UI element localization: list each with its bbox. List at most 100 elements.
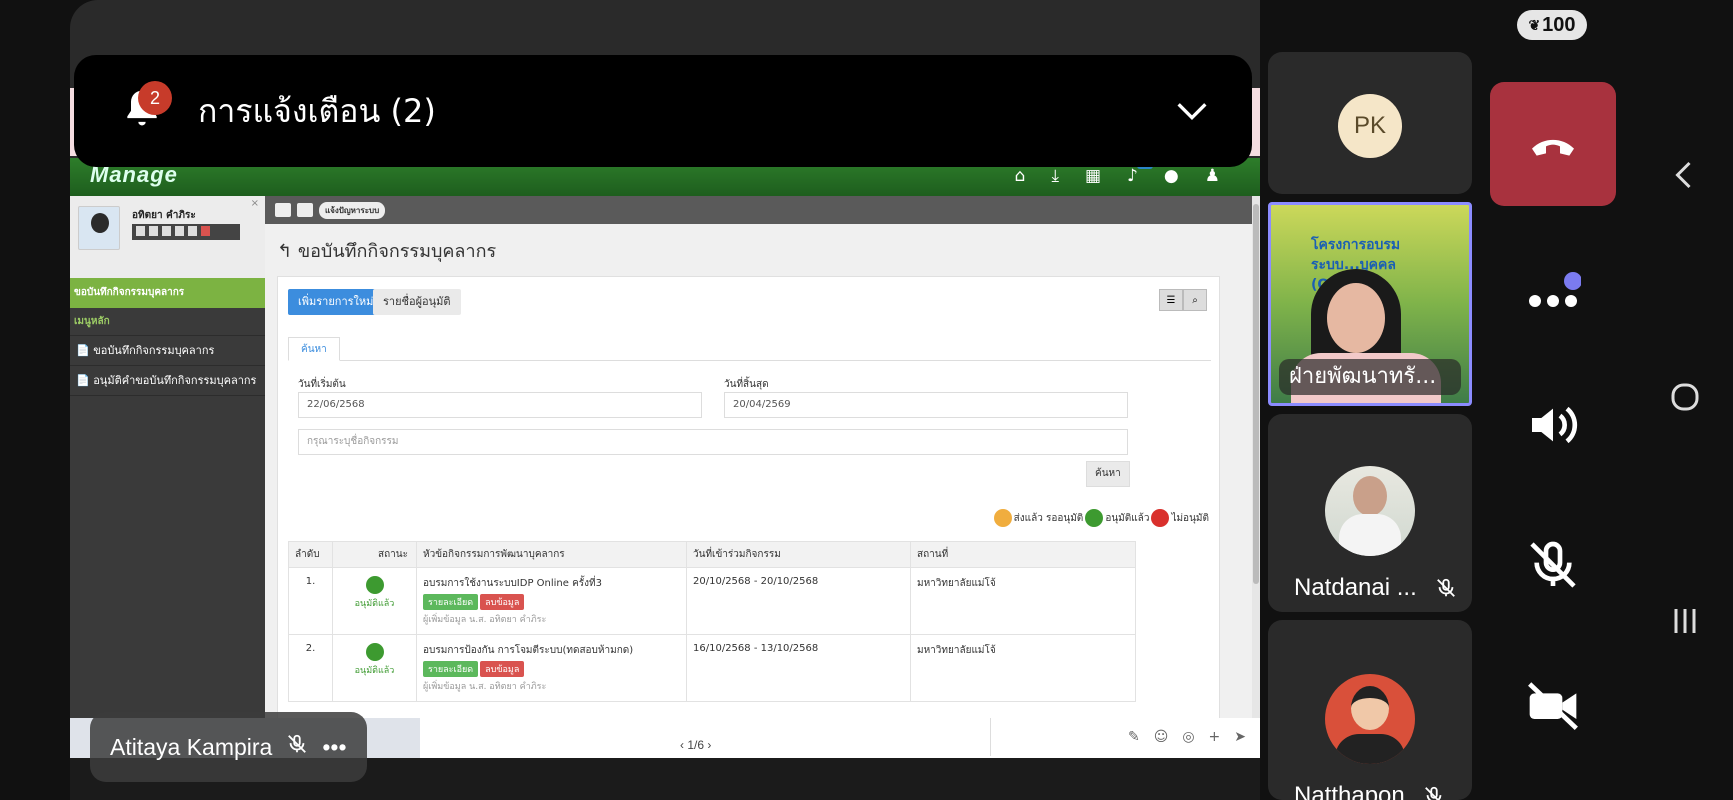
sidebar-item-approve[interactable]: 📄 อนุมัติคำขอบันทึกกิจกรรมบุคลากร — [70, 366, 265, 396]
end-date-label: วันที่สิ้นสุด — [724, 379, 769, 390]
speaker-icon — [1532, 406, 1578, 444]
presenter-face — [1327, 283, 1385, 353]
bell-icon: 2 — [120, 81, 172, 135]
battery-level: 100 — [1542, 13, 1576, 36]
send-icon[interactable]: ➤ — [1234, 729, 1246, 745]
participant-tile-pk[interactable]: PK — [1268, 52, 1472, 194]
sidebar-item-label: ขอบันทึกกิจกรรมบุคลากร — [93, 344, 215, 357]
row-topic: อบรมการใช้งานระบบIDP Online ครั้งที่3 รา… — [416, 567, 687, 635]
close-icon[interactable]: × — [251, 198, 259, 209]
delete-button[interactable]: ลบข้อมูล — [480, 661, 525, 677]
mic-muted-icon — [1424, 786, 1442, 800]
participant-tile-natthapon[interactable]: Natthapon — [1268, 620, 1472, 800]
activity-table: ลำดับ สถานะ หัวข้อกิจกรรมการพัฒนาบุคลากร… — [288, 541, 1136, 702]
chevron-down-icon[interactable] — [1172, 91, 1212, 131]
search-icon[interactable]: ⌕ — [1183, 289, 1207, 311]
avatar — [78, 206, 120, 250]
mute-mic-button[interactable] — [1490, 520, 1616, 610]
nav-back-button[interactable] — [1650, 140, 1720, 210]
participant-name: Natthapon — [1294, 782, 1405, 800]
mic-muted-icon — [1530, 541, 1576, 588]
table-row: 1. อนุมัติแล้ว อบรมการใช้งานระบบIDP Onli… — [288, 567, 1136, 635]
speaker-button[interactable] — [1490, 380, 1616, 470]
home-icon[interactable]: ⌂ — [1015, 166, 1026, 186]
row-dates: 16/10/2568 - 13/10/2568 — [686, 634, 911, 702]
tab-search[interactable]: ค้นหา — [288, 337, 340, 361]
more-options-button[interactable] — [1490, 238, 1616, 328]
user-icon[interactable]: ♟ — [1205, 166, 1220, 186]
sidebar: อทิตยา คำภิระ × ขอบันทึกกิจกรรมบุคลากร เ… — [70, 196, 265, 758]
nav-recents-button[interactable] — [1650, 586, 1720, 656]
bell-icon[interactable]: ♪34 — [1127, 160, 1154, 186]
row-no: 2. — [288, 634, 333, 702]
delete-button[interactable]: ลบข้อมูล — [480, 594, 525, 610]
profile-toolbar — [132, 224, 240, 240]
end-date-field[interactable]: 20/04/2569 — [724, 392, 1128, 418]
sidebar-item-request[interactable]: 📄 ขอบันทึกกิจกรรมบุคลากร — [70, 336, 265, 366]
slide-pager[interactable]: ‹ 1/6 › — [680, 738, 711, 752]
list-icon[interactable] — [162, 226, 171, 236]
logout-icon[interactable] — [201, 226, 210, 236]
chat-icon[interactable]: ● — [1164, 166, 1179, 186]
search-button[interactable]: ค้นหา — [1086, 461, 1130, 487]
approvers-button[interactable]: รายชื่อผู้อนุมัติ — [373, 289, 461, 315]
participant-tile-natdanai[interactable]: Natdanai ... — [1268, 414, 1472, 612]
detail-button[interactable]: รายละเอียด — [423, 594, 479, 610]
sidebar-item-active[interactable]: ขอบันทึกกิจกรรมบุคลากร — [70, 278, 265, 308]
home-icon[interactable] — [136, 226, 145, 236]
camera-off-button[interactable] — [1490, 660, 1616, 750]
profile-name: อทิตยา คำภิระ — [132, 210, 196, 221]
add-new-button[interactable]: เพิ่มรายการใหม่ — [288, 289, 384, 315]
notification-title: การแจ้งเตือน (2) — [198, 91, 436, 130]
end-call-button[interactable] — [1490, 82, 1616, 206]
approved-dot — [365, 643, 384, 661]
sticker-icon[interactable]: ◎ — [1182, 729, 1194, 745]
nav-home-button[interactable] — [1650, 362, 1720, 432]
row-dates: 20/10/2568 - 20/10/2568 — [686, 567, 911, 635]
download-icon[interactable]: ⤓ — [1051, 166, 1059, 186]
more-dots-icon — [1529, 272, 1581, 307]
legend-rejected: ไม่อนุมัติ — [1171, 512, 1209, 524]
menu-icon[interactable] — [275, 203, 291, 217]
video-tile-label: ฝ่ายพัฒนาทรั... — [1279, 359, 1461, 395]
plus-icon[interactable]: + — [1209, 729, 1221, 745]
participant-photo — [1325, 674, 1415, 764]
col-place: สถานที่ — [910, 541, 1136, 568]
detail-button[interactable]: รายละเอียด — [423, 661, 479, 677]
recents-icon — [1674, 609, 1696, 633]
status-text: อนุมัติแล้ว — [354, 666, 395, 676]
breadcrumb[interactable]: แจ้งปัญหาระบบ — [319, 201, 386, 219]
mail-icon[interactable] — [149, 226, 158, 236]
legend-pending: ส่งแล้ว รออนุมัติ — [1013, 512, 1084, 524]
notification-banner[interactable]: 2 การแจ้งเตือน (2) — [74, 55, 1252, 167]
gear-icon[interactable] — [188, 226, 197, 236]
recorder-text: ผู้เพิ่มข้อมูล น.ส. อทิตยา คำภิระ — [423, 682, 547, 692]
breadcrumb-bar: แจ้งปัญหาระบบ — [265, 196, 1260, 224]
row-no: 1. — [288, 567, 333, 635]
page-title-text: ขอบันทึกกิจกรรมบุคลากร — [297, 241, 497, 262]
row-place: มหาวิทยาลัยแม่โจ้ — [910, 567, 1136, 635]
approved-dot — [365, 576, 384, 594]
view-tools: ☰ ⌕ — [1159, 289, 1207, 311]
back-icon[interactable] — [297, 203, 313, 217]
board-line: ระบบ...บุคคล — [1311, 257, 1396, 273]
pen-icon[interactable]: ✎ — [1128, 729, 1140, 745]
row-status: อนุมัติแล้ว — [332, 567, 417, 635]
emoji-icon[interactable]: ☺ — [1154, 729, 1169, 745]
camera-off-icon — [1528, 682, 1578, 731]
meeting-screen: ❦ 100 Manage ⌂ ⤓ ▦ ♪34 ● ♟ อทิตยา คำภิระ — [0, 0, 1733, 800]
pending-dot — [993, 509, 1012, 527]
table-row: 2. อนุมัติแล้ว อบรมการป้องกัน การโจมตีระ… — [288, 634, 1136, 702]
recorder-text: ผู้เพิ่มข้อมูล น.ส. อทิตยา คำภิระ — [423, 615, 547, 625]
row-status: อนุมัติแล้ว — [332, 634, 417, 702]
calendar-icon[interactable]: ▦ — [1085, 166, 1101, 186]
start-date-field[interactable]: 22/06/2568 — [298, 392, 702, 418]
more-icon[interactable]: ••• — [322, 734, 346, 761]
page-title: ↰ ขอบันทึกกิจกรรมบุคลากร — [277, 241, 497, 262]
chat-icon[interactable] — [175, 226, 184, 236]
page-scrollbar[interactable] — [1252, 196, 1260, 756]
list-view-icon[interactable]: ☰ — [1159, 289, 1183, 311]
activity-name-input[interactable]: กรุณาระบุชื่อกิจกรรม — [298, 429, 1128, 455]
mic-muted-icon — [286, 733, 308, 761]
participant-video-tile[interactable]: โครงการอบรม ระบบ...บุคคล (Online) ฝ่ายพั… — [1268, 202, 1472, 406]
